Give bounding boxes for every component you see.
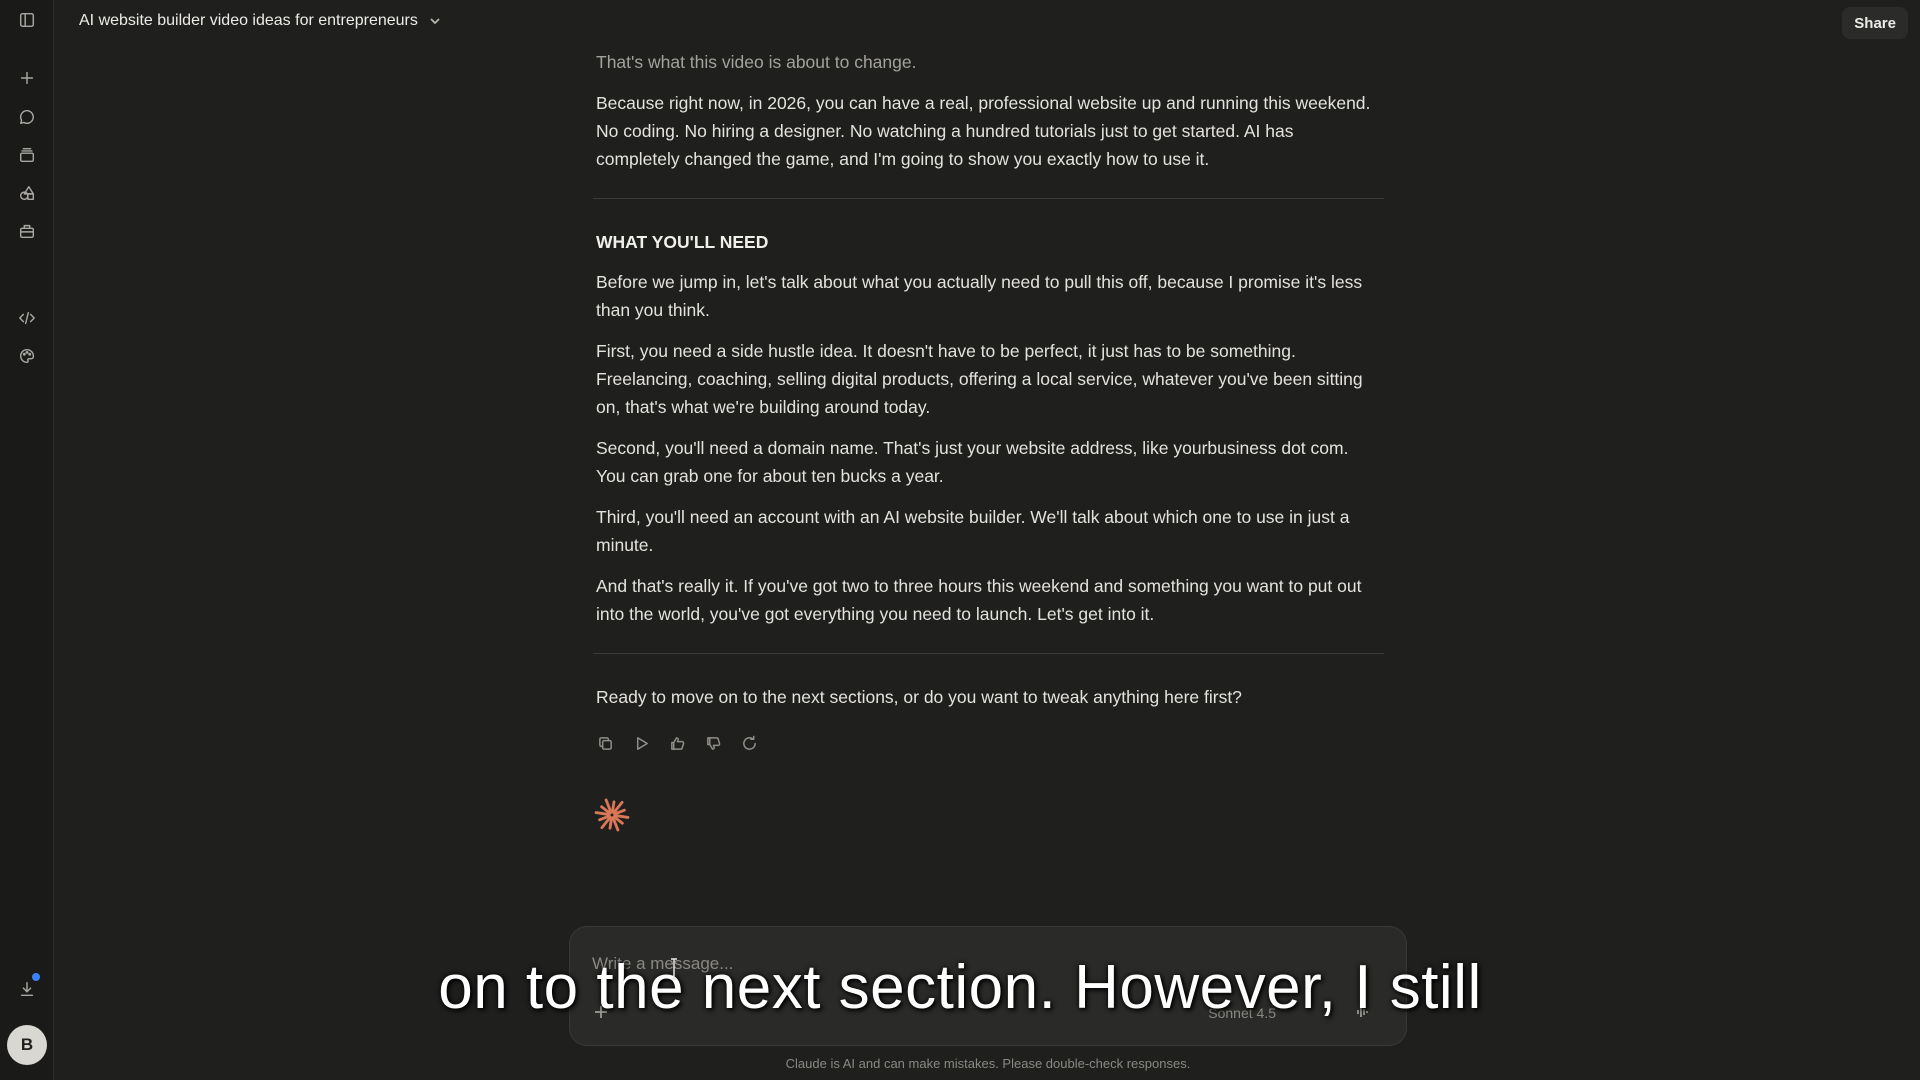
artifacts-icon[interactable] [14, 180, 40, 206]
avatar[interactable]: B [7, 1025, 47, 1065]
palette-icon[interactable] [14, 343, 40, 369]
message-paragraph: Before we jump in, let's talk about what… [596, 272, 1363, 320]
projects-icon[interactable] [14, 142, 40, 168]
divider [593, 653, 1384, 654]
toggle-sidebar-icon[interactable] [14, 7, 40, 33]
tools-icon[interactable] [14, 218, 40, 244]
message-paragraph: Because right now, in 2026, you can have… [596, 93, 1371, 169]
message-paragraph: And that's really it. If you've got two … [596, 576, 1362, 624]
message-paragraph: That's what this video is about to chang… [596, 52, 917, 72]
message-paragraph: First, you need a side hustle idea. It d… [596, 341, 1363, 417]
message-paragraph: Second, you'll need a domain name. That'… [596, 438, 1349, 486]
copy-icon[interactable] [594, 732, 616, 754]
video-caption: on to the next section. However, I still [438, 953, 1482, 1022]
section-heading: WHAT YOU'LL NEED [596, 232, 769, 252]
message-paragraph: Third, you'll need an account with an AI… [596, 507, 1350, 555]
retry-icon[interactable] [738, 732, 760, 754]
chats-icon[interactable] [14, 104, 40, 130]
sidebar: B [0, 0, 54, 1080]
chat-title: AI website builder video ideas for entre… [79, 12, 418, 29]
message-actions [594, 732, 760, 754]
divider [593, 198, 1384, 199]
thumbs-up-icon[interactable] [666, 732, 688, 754]
chevron-down-icon [430, 18, 440, 25]
new-chat-icon[interactable] [14, 65, 40, 91]
text-cursor-icon [671, 958, 677, 980]
share-button[interactable]: Share [1842, 7, 1908, 39]
assistant-message: That's what this video is about to chang… [593, 48, 1384, 724]
disclaimer: Claude is AI and can make mistakes. Plea… [785, 1056, 1191, 1071]
chat-title-menu[interactable]: AI website builder video ideas for entre… [79, 12, 442, 30]
code-icon[interactable] [14, 305, 40, 331]
thumbs-down-icon[interactable] [702, 732, 724, 754]
claude-spark-icon [594, 798, 630, 832]
play-icon[interactable] [630, 732, 652, 754]
closing-question: Ready to move on to the next sections, o… [596, 687, 1242, 707]
top-bar: AI website builder video ideas for entre… [54, 0, 1920, 46]
